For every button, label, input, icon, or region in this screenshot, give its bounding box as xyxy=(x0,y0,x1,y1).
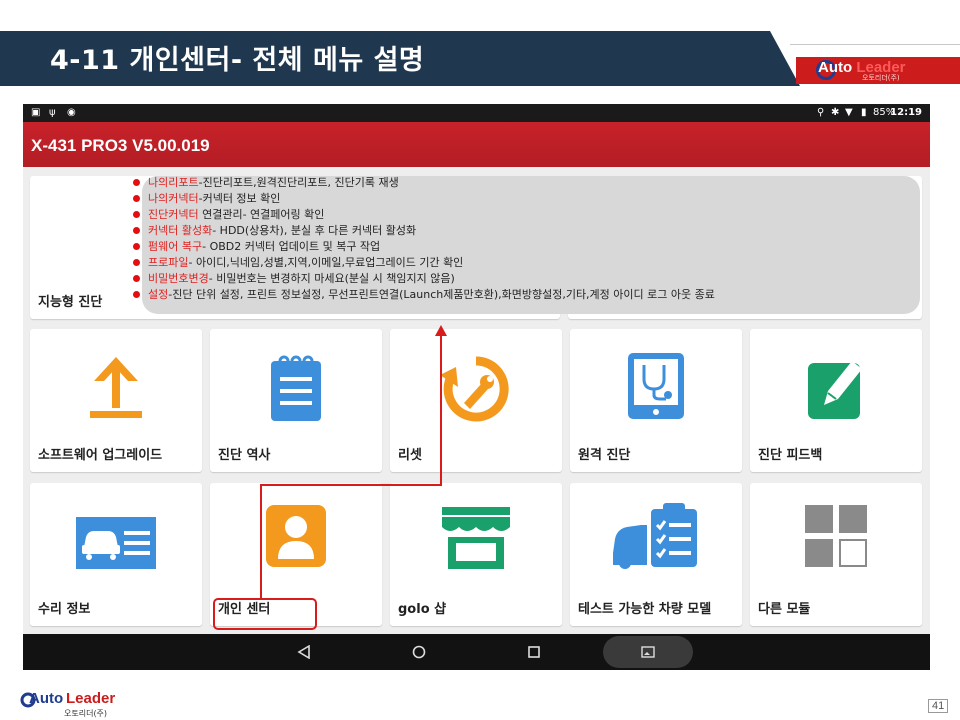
page-number: 41 xyxy=(928,699,949,713)
tile-testable-vehicle-models[interactable]: 테스트 가능한 차량 모델 xyxy=(570,483,742,626)
tile-golo-shop[interactable]: golo 샵 xyxy=(390,483,562,626)
wifi-icon: ▼ xyxy=(845,107,853,118)
tile-repair-info[interactable]: 수리 정보 xyxy=(30,483,202,626)
grid-modules-icon xyxy=(805,505,867,567)
menu-note: 설정-진단 단위 설정, 프린트 정보설정, 무선프린트연결(Launch제품만… xyxy=(133,286,715,302)
tile-label: 진단 역사 xyxy=(218,448,271,463)
brand-logo-top: Auto Leader 오토리더(주) xyxy=(796,57,960,84)
location-icon: ⚲ xyxy=(817,107,825,118)
logo-leader-text: Leader xyxy=(66,690,116,707)
logo-auto-text: Auto xyxy=(29,690,64,707)
status-time: 12:19 xyxy=(890,107,922,118)
arrow-up-icon xyxy=(435,325,447,336)
tile-label: 진단 피드백 xyxy=(758,448,823,463)
slide-title: 4-11 개인센터- 전체 메뉴 설명 xyxy=(50,45,425,76)
tile-reset[interactable]: 리셋 xyxy=(390,329,562,472)
connector-line-vertical xyxy=(260,484,262,598)
usb-icon: ψ xyxy=(49,107,56,118)
menu-note: 진단커넥터 연결관리- 연결페어링 확인 xyxy=(133,206,324,222)
tile-label: 소프트웨어 업그레이드 xyxy=(38,448,163,463)
logo-auto-text: Auto xyxy=(818,59,853,76)
notepad-icon xyxy=(271,355,321,421)
menu-note: 비밀번호변경- 비밀번호는 변경하지 마세요(분실 시 책임지지 않음) xyxy=(133,270,455,286)
car-info-card-icon xyxy=(76,517,156,569)
brand-logo-bottom: Auto Leader 오토리더(주) xyxy=(20,690,130,718)
tile-software-upgrade[interactable]: 소프트웨어 업그레이드 xyxy=(30,329,202,472)
android-nav-bar xyxy=(23,634,930,670)
wrench-reset-icon xyxy=(440,356,509,422)
tile-other-modules[interactable]: 다른 모듈 xyxy=(750,483,922,626)
logo-subtitle: 오토리더(주) xyxy=(64,709,108,718)
tile-label: golo 샵 xyxy=(398,602,447,617)
android-status-bar: ▣ ψ ◉ ⚲ ✱ ▼ ▮ 85% 12:19 xyxy=(23,104,930,122)
battery-icon: ▮ xyxy=(861,107,867,118)
menu-note: 커넥터 활성화- HDD(상용차), 분실 후 다른 커넥터 활성화 xyxy=(133,222,416,238)
stethoscope-tablet-icon xyxy=(628,353,684,419)
tile-label: 다른 모듈 xyxy=(758,602,811,617)
menu-note: 펌웨어 복구- OBD2 커넥터 업데이트 및 복구 작업 xyxy=(133,238,380,254)
tile-label: 지능형 진단 xyxy=(38,295,103,310)
header-divider xyxy=(790,44,960,45)
person-icon xyxy=(266,505,326,567)
menu-note: 나의리포트-진단리포트,원격진단리포트, 진단기록 재생 xyxy=(133,174,399,190)
tile-label: 수리 정보 xyxy=(38,602,91,617)
tile-remote-diagnosis[interactable]: 원격 진단 xyxy=(570,329,742,472)
tile-diagnosis-history[interactable]: 진단 역사 xyxy=(210,329,382,472)
home-icon[interactable] xyxy=(412,645,426,659)
car-checklist-icon xyxy=(613,503,697,569)
tablet-screen: ▣ ψ ◉ ⚲ ✱ ▼ ▮ 85% 12:19 X-431 PRO3 V5.00… xyxy=(23,104,930,670)
image-notification-icon: ▣ xyxy=(31,107,41,118)
pencil-note-icon xyxy=(808,361,862,419)
menu-note: 프로파일- 아이디,닉네임,성별,지역,이메일,무료업그레이드 기간 확인 xyxy=(133,254,463,270)
tile-label: 리셋 xyxy=(398,448,422,463)
upload-arrow-icon xyxy=(90,357,142,418)
connector-line-horizontal xyxy=(260,484,442,486)
app-title: X-431 PRO3 V5.00.019 xyxy=(31,136,210,155)
logo-subtitle: 오토리더(주) xyxy=(862,74,900,82)
app-title-bar: X-431 PRO3 V5.00.019 xyxy=(23,122,930,167)
screenshot-pill[interactable] xyxy=(603,636,693,668)
tile-label: 원격 진단 xyxy=(578,448,631,463)
back-icon[interactable] xyxy=(297,645,311,659)
recent-apps-icon[interactable] xyxy=(527,645,541,659)
highlight-personal-center xyxy=(213,598,317,630)
tile-label: 테스트 가능한 차량 모델 xyxy=(578,602,712,617)
menu-note: 나의커넥터-커넥터 정보 확인 xyxy=(133,190,280,206)
image-icon xyxy=(641,646,655,658)
shield-icon: ◉ xyxy=(67,107,76,118)
shop-awning-icon xyxy=(442,507,510,569)
tile-diagnosis-feedback[interactable]: 진단 피드백 xyxy=(750,329,922,472)
connector-line-up xyxy=(440,334,442,486)
bluetooth-icon: ✱ xyxy=(831,107,840,118)
